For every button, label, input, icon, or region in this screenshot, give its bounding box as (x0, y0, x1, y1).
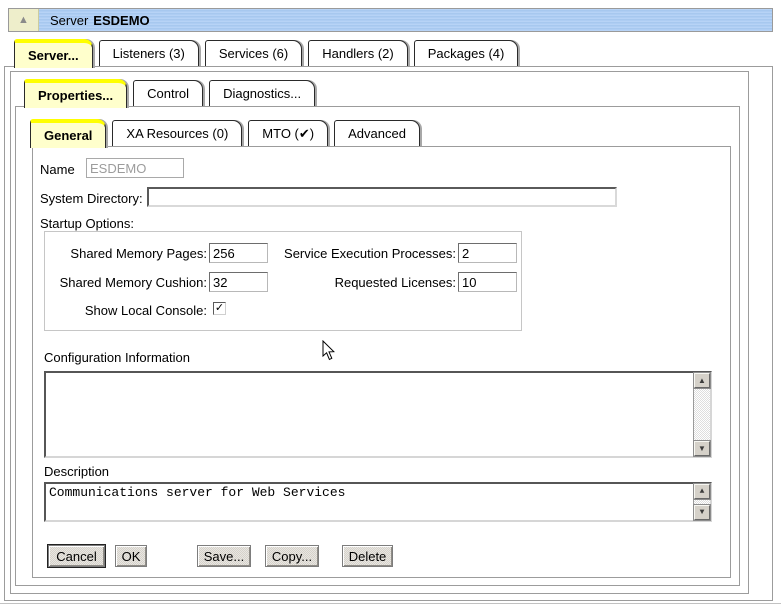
shared-memory-pages-input[interactable] (209, 243, 268, 263)
service-execution-processes-input[interactable] (458, 243, 517, 263)
name-label: Name (40, 162, 75, 177)
description-text: Communications server for Web Services (49, 485, 345, 500)
system-directory-label: System Directory: (40, 191, 143, 206)
tab-handlers[interactable]: Handlers (2) (308, 40, 408, 66)
tab-row-server-level: Server... Listeners (3) Services (6) Han… (14, 38, 524, 67)
configuration-scrollbar[interactable]: ▲ ▼ (693, 373, 710, 456)
service-execution-processes-label: Service Execution Processes: (267, 246, 456, 261)
show-local-console-label: Show Local Console: (45, 303, 207, 318)
name-input[interactable] (86, 158, 184, 178)
header-title-prefix: Server (50, 13, 88, 28)
tab-row-properties-level: Properties... Control Diagnostics... (24, 78, 321, 107)
copy-button[interactable]: Copy... (265, 545, 319, 567)
scroll-up-icon: ▲ (698, 376, 706, 385)
description-textarea[interactable]: Communications server for Web Services ▲… (44, 482, 712, 522)
header-server-name: ESDEMO (93, 13, 149, 28)
tab-general[interactable]: General (30, 119, 106, 148)
system-directory-input[interactable] (147, 187, 617, 207)
scroll-down-icon: ▼ (698, 444, 706, 453)
scroll-up-icon: ▲ (700, 487, 705, 496)
cancel-button[interactable]: Cancel (48, 545, 105, 567)
description-label: Description (44, 464, 109, 479)
tab-row-general-level: General XA Resources (0) MTO (✔) Advance… (30, 118, 426, 147)
tab-listeners[interactable]: Listeners (3) (99, 40, 199, 66)
tab-mto[interactable]: MTO (✔) (248, 120, 328, 146)
scroll-down-button[interactable]: ▼ (694, 441, 710, 456)
bottom-divider (0, 603, 781, 604)
startup-options-label: Startup Options: (40, 216, 134, 231)
scroll-up-button[interactable]: ▲ (694, 373, 710, 388)
tab-services[interactable]: Services (6) (205, 40, 302, 66)
tab-diagnostics[interactable]: Diagnostics... (209, 80, 315, 106)
server-header-bar: ▲ Server ESDEMO (8, 8, 773, 32)
description-scrollbar[interactable]: ▲ ▼ (693, 484, 710, 520)
tab-server[interactable]: Server... (14, 39, 93, 68)
shared-memory-cushion-input[interactable] (209, 272, 268, 292)
configuration-information-textarea[interactable]: ▲ ▼ (44, 371, 712, 458)
mouse-cursor-icon (322, 340, 336, 361)
scroll-up-button[interactable]: ▲ (694, 484, 710, 499)
tab-packages[interactable]: Packages (4) (414, 40, 519, 66)
scroll-down-icon: ▼ (700, 508, 705, 517)
tab-control[interactable]: Control (133, 80, 203, 106)
show-local-console-checkbox[interactable]: ✓ (213, 302, 226, 315)
admin-page: ▲ Server ESDEMO Server... Listeners (3) … (0, 0, 781, 608)
save-button[interactable]: Save... (197, 545, 251, 567)
ok-button[interactable]: OK (115, 545, 147, 567)
startup-options-groupbox: Shared Memory Pages: Service Execution P… (44, 231, 522, 331)
shared-memory-cushion-label: Shared Memory Cushion: (45, 275, 207, 290)
triangle-up-icon: ▲ (18, 15, 29, 26)
tab-properties[interactable]: Properties... (24, 79, 127, 108)
requested-licenses-input[interactable] (458, 272, 517, 292)
collapse-triangle-box[interactable]: ▲ (9, 9, 39, 31)
requested-licenses-label: Requested Licenses: (267, 275, 456, 290)
tab-xa-resources[interactable]: XA Resources (0) (112, 120, 242, 146)
tab-advanced[interactable]: Advanced (334, 120, 420, 146)
scroll-down-button[interactable]: ▼ (694, 505, 710, 520)
checkmark-icon: ✓ (215, 303, 224, 313)
header-title-bar: Server ESDEMO (39, 9, 772, 31)
configuration-information-label: Configuration Information (44, 350, 190, 365)
delete-button[interactable]: Delete (342, 545, 393, 567)
shared-memory-pages-label: Shared Memory Pages: (45, 246, 207, 261)
